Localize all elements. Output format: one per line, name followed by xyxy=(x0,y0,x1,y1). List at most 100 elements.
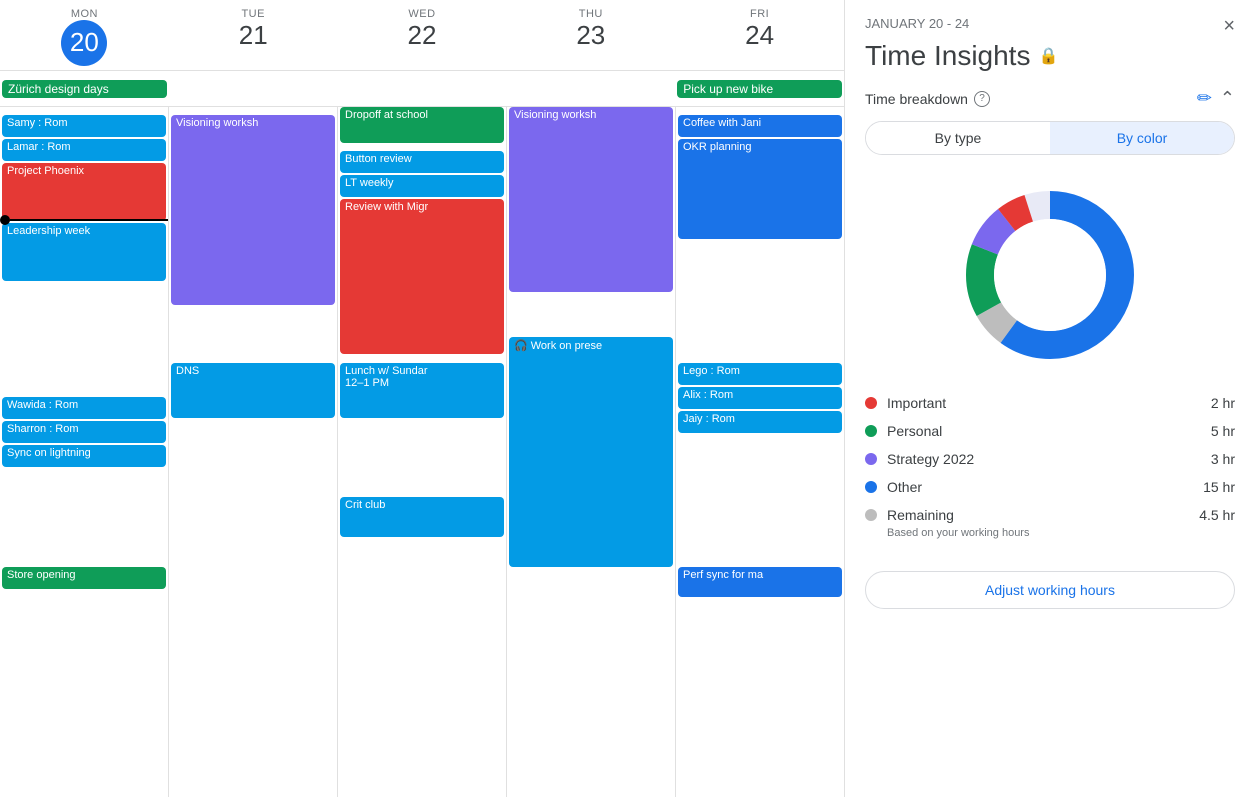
legend-label-important: Important xyxy=(887,395,1201,411)
time-insights-panel: JANUARY 20 - 24 × Time Insights 🔒 Time b… xyxy=(845,0,1255,797)
legend-label-strategy: Strategy 2022 xyxy=(887,451,1201,467)
event-crit-club[interactable]: Crit club xyxy=(340,497,504,537)
day-col-thu: Visioning worksh 🎧 Work on prese xyxy=(507,107,676,797)
day-col-fri: Coffee with Jani OKR planning Lego : Rom… xyxy=(676,107,844,797)
event-project-phoenix[interactable]: Project Phoenix xyxy=(2,163,166,221)
event-store-opening[interactable]: Store opening xyxy=(2,567,166,589)
time-dot xyxy=(0,215,10,225)
day-headers: MON 20 TUE 21 WED 22 THU 23 FRI 24 xyxy=(0,0,844,71)
legend-dot-strategy xyxy=(865,453,877,465)
all-day-row: Zürich design days Pick up new bike xyxy=(0,71,844,107)
event-lamar-rom[interactable]: Lamar : Rom xyxy=(2,139,166,161)
event-samy-rom[interactable]: Samy : Rom xyxy=(2,115,166,137)
day-num-fri[interactable]: 24 xyxy=(675,20,844,51)
legend-dot-other xyxy=(865,481,877,493)
day-num-tue[interactable]: 21 xyxy=(169,20,338,51)
donut-chart xyxy=(950,175,1150,375)
event-leadership-week[interactable]: Leadership week xyxy=(2,223,166,281)
legend-label-other: Other xyxy=(887,479,1193,495)
time-indicator xyxy=(0,215,168,225)
event-wawida-rom[interactable]: Wawida : Rom xyxy=(2,397,166,419)
event-coffee-jani[interactable]: Coffee with Jani xyxy=(678,115,842,137)
day-col-tue: Visioning worksh DNS xyxy=(169,107,338,797)
legend-item-other: Other 15 hr xyxy=(865,479,1235,495)
legend-value-strategy: 3 hr xyxy=(1211,451,1235,467)
event-dns[interactable]: DNS xyxy=(171,363,335,418)
close-button[interactable]: × xyxy=(1223,16,1235,36)
date-range: JANUARY 20 - 24 xyxy=(865,16,969,31)
event-button-review[interactable]: Button review xyxy=(340,151,504,173)
legend-value-other: 15 hr xyxy=(1203,479,1235,495)
legend-item-remaining: Remaining 4.5 hr xyxy=(865,507,1235,523)
legend-label-remaining: Remaining xyxy=(887,507,1189,523)
legend-label-personal: Personal xyxy=(887,423,1201,439)
day-name-fri: FRI xyxy=(675,8,844,20)
title-row: Time Insights 🔒 xyxy=(865,40,1235,72)
day-header-tue[interactable]: TUE 21 xyxy=(169,0,338,70)
day-col-wed: Dropoff at school Button review LT weekl… xyxy=(338,107,507,797)
collapse-button[interactable]: ⌃ xyxy=(1220,88,1235,109)
event-work-prese[interactable]: 🎧 Work on prese xyxy=(509,337,673,567)
legend-value-remaining: 4.5 hr xyxy=(1199,507,1235,523)
legend-items: Important 2 hr Personal 5 hr Strategy 20… xyxy=(865,395,1235,539)
legend-dot-remaining xyxy=(865,509,877,521)
day-header-thu[interactable]: THU 23 xyxy=(506,0,675,70)
toggle-group: By type By color xyxy=(865,121,1235,155)
event-lunch-sundar[interactable]: Lunch w/ Sundar12–1 PM xyxy=(340,363,504,418)
event-alix-rom[interactable]: Alix : Rom xyxy=(678,387,842,409)
time-line xyxy=(10,219,168,221)
event-okr-planning[interactable]: OKR planning xyxy=(678,139,842,239)
section-actions: ✏ ⌃ xyxy=(1197,88,1235,109)
day-col-mon: Samy : Rom Lamar : Rom Project Phoenix L… xyxy=(0,107,169,797)
day-num-thu[interactable]: 23 xyxy=(506,20,675,51)
all-day-wed xyxy=(338,87,507,91)
day-name-tue: TUE xyxy=(169,8,338,20)
section-title: Time breakdown ? xyxy=(865,91,990,107)
event-visioning-thu[interactable]: Visioning worksh xyxy=(509,107,673,292)
legend-item-important: Important 2 hr xyxy=(865,395,1235,411)
calendar-section: MON 20 TUE 21 WED 22 THU 23 FRI 24 xyxy=(0,0,845,797)
toggle-by-type[interactable]: By type xyxy=(866,122,1050,154)
toggle-by-color[interactable]: By color xyxy=(1050,122,1234,154)
all-day-event-zurich[interactable]: Zürich design days xyxy=(2,80,167,98)
legend-value-important: 2 hr xyxy=(1211,395,1235,411)
legend-value-personal: 5 hr xyxy=(1211,423,1235,439)
legend-dot-personal xyxy=(865,425,877,437)
event-visioning-tue[interactable]: Visioning worksh xyxy=(171,115,335,305)
day-name-thu: THU xyxy=(506,8,675,20)
event-lt-weekly[interactable]: LT weekly xyxy=(340,175,504,197)
day-name-wed: WED xyxy=(338,8,507,20)
all-day-mon: Zürich design days xyxy=(0,78,169,100)
legend-dot-important xyxy=(865,397,877,409)
events-area: Samy : Rom Lamar : Rom Project Phoenix L… xyxy=(0,107,844,797)
all-day-event-bike[interactable]: Pick up new bike xyxy=(677,80,842,98)
section-header: Time breakdown ? ✏ ⌃ xyxy=(865,88,1235,109)
event-dropoff[interactable]: Dropoff at school xyxy=(340,107,504,143)
sidebar-header: JANUARY 20 - 24 × xyxy=(865,16,1235,36)
day-name-mon: MON xyxy=(0,8,169,20)
day-header-mon[interactable]: MON 20 xyxy=(0,0,169,70)
day-num-mon[interactable]: 20 xyxy=(61,20,107,66)
help-icon[interactable]: ? xyxy=(974,91,990,107)
day-header-fri[interactable]: FRI 24 xyxy=(675,0,844,70)
section-title-text: Time breakdown xyxy=(865,91,968,107)
event-sharron-rom[interactable]: Sharron : Rom xyxy=(2,421,166,443)
edit-button[interactable]: ✏ xyxy=(1197,88,1212,109)
remaining-note: Based on your working hours xyxy=(865,527,1235,539)
day-num-wed[interactable]: 22 xyxy=(338,20,507,51)
all-day-fri: Pick up new bike xyxy=(675,78,844,100)
donut-chart-container xyxy=(865,175,1235,375)
lock-icon: 🔒 xyxy=(1038,46,1058,66)
day-header-wed[interactable]: WED 22 xyxy=(338,0,507,70)
event-lego-rom[interactable]: Lego : Rom xyxy=(678,363,842,385)
all-day-thu xyxy=(506,87,675,91)
event-jaiy-rom[interactable]: Jaiy : Rom xyxy=(678,411,842,433)
all-day-tue xyxy=(169,87,338,91)
adjust-working-hours-button[interactable]: Adjust working hours xyxy=(865,571,1235,609)
legend-item-personal: Personal 5 hr xyxy=(865,423,1235,439)
event-perf-sync[interactable]: Perf sync for ma xyxy=(678,567,842,597)
event-sync-lightning[interactable]: Sync on lightning xyxy=(2,445,166,467)
insights-title: Time Insights xyxy=(865,40,1030,72)
event-review-migr[interactable]: Review with Migr xyxy=(340,199,504,354)
legend-item-strategy: Strategy 2022 3 hr xyxy=(865,451,1235,467)
